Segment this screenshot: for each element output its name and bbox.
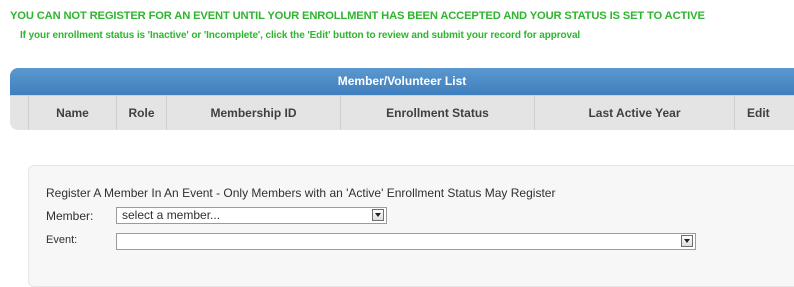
chevron-down-icon[interactable] xyxy=(372,209,384,221)
enrollment-instructions: If your enrollment status is 'Inactive' … xyxy=(20,30,581,41)
column-header-role[interactable]: Role xyxy=(116,96,166,130)
member-list-column-headers: Name Role Membership ID Enrollment Statu… xyxy=(10,95,794,130)
event-select[interactable] xyxy=(116,233,696,250)
member-select-value: select a member... xyxy=(122,208,221,222)
member-list-title: Member/Volunteer List xyxy=(10,68,794,95)
column-header-edit[interactable]: Edit xyxy=(734,96,794,130)
enrollment-warning: YOU CAN NOT REGISTER FOR AN EVENT UNTIL … xyxy=(10,10,705,22)
register-panel-title: Register A Member In An Event - Only Mem… xyxy=(46,186,556,200)
column-header-membership-id[interactable]: Membership ID xyxy=(166,96,340,130)
column-spacer xyxy=(10,96,28,130)
register-member-panel: Register A Member In An Event - Only Mem… xyxy=(28,165,794,287)
member-list-panel: Member/Volunteer List Name Role Membersh… xyxy=(10,68,794,130)
chevron-down-icon[interactable] xyxy=(681,235,693,247)
column-header-name[interactable]: Name xyxy=(28,96,116,130)
column-header-enrollment-status[interactable]: Enrollment Status xyxy=(340,96,534,130)
member-label: Member: xyxy=(46,209,94,223)
member-select[interactable]: select a member... xyxy=(116,207,387,224)
column-header-last-active-year[interactable]: Last Active Year xyxy=(534,96,734,130)
event-label: Event: xyxy=(46,234,78,246)
